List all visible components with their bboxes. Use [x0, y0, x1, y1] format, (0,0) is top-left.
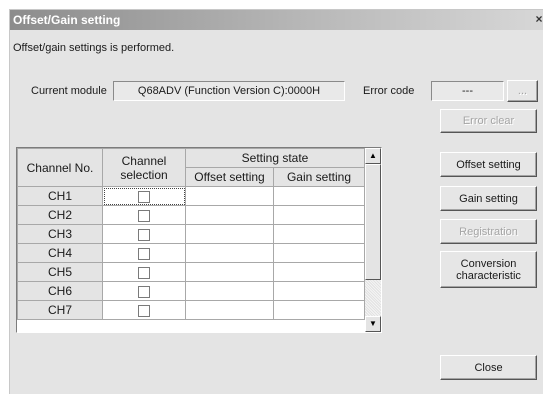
table-row[interactable]: CH5 [17, 262, 365, 282]
table-row[interactable]: CH1 [17, 186, 365, 206]
table-row[interactable]: CH7 [17, 300, 365, 320]
offset-setting-cell [185, 205, 274, 225]
channel-selection-cell[interactable] [102, 281, 186, 301]
row-channel-label: CH7 [17, 300, 103, 320]
offset-setting-cell [185, 224, 274, 244]
gain-setting-cell [273, 224, 365, 244]
table-row[interactable]: CH4 [17, 243, 365, 263]
column-header-channel-no: Channel No. [17, 148, 103, 187]
conversion-characteristic-button[interactable]: Conversion characteristic [440, 251, 537, 288]
channel-selection-checkbox[interactable] [138, 266, 150, 279]
offset-setting-cell [185, 186, 274, 206]
window-title: Offset/Gain setting [13, 13, 121, 27]
column-header-setting-state: Setting state [185, 148, 365, 168]
error-code-label: Error code [363, 85, 415, 97]
gain-setting-cell [273, 300, 365, 320]
channel-selection-cell[interactable] [102, 224, 186, 244]
table-row[interactable]: CH2 [17, 205, 365, 225]
row-channel-label: CH4 [17, 243, 103, 263]
registration-button[interactable]: Registration [440, 219, 537, 244]
row-channel-label: CH6 [17, 281, 103, 301]
row-channel-label: CH5 [17, 262, 103, 282]
channel-table: Channel No. Channel selection Setting st… [17, 148, 365, 320]
current-module-label: Current module [31, 85, 107, 97]
grid-vertical-scrollbar[interactable]: ▲ ▼ [365, 148, 381, 332]
gain-setting-cell [273, 243, 365, 263]
offset-setting-button[interactable]: Offset setting [440, 152, 537, 177]
offset-setting-cell [185, 243, 274, 263]
description-text: Offset/gain settings is performed. [13, 42, 175, 54]
offset-setting-cell [185, 300, 274, 320]
gain-setting-cell [273, 186, 365, 206]
scroll-thumb[interactable] [365, 164, 381, 280]
offset-setting-cell [185, 281, 274, 301]
channel-selection-checkbox[interactable] [138, 247, 150, 260]
channel-selection-cell[interactable] [102, 186, 186, 206]
column-header-gain-setting: Gain setting [273, 167, 365, 187]
column-header-offset-setting: Offset setting [185, 167, 274, 187]
gain-setting-button[interactable]: Gain setting [440, 186, 537, 211]
channel-rows: CH1 CH2 CH3 CH4 CH5 CH6 CH7 [17, 186, 365, 320]
channel-selection-checkbox[interactable] [138, 190, 150, 203]
title-bar: Offset/Gain setting × [10, 10, 543, 30]
error-code-field: --- [431, 81, 504, 101]
scroll-down-icon[interactable]: ▼ [365, 316, 381, 332]
scroll-up-icon[interactable]: ▲ [365, 148, 381, 164]
channel-grid[interactable]: Channel No. Channel selection Setting st… [16, 147, 382, 333]
offset-setting-cell [185, 262, 274, 282]
channel-selection-cell[interactable] [102, 262, 186, 282]
close-button[interactable]: Close [440, 355, 537, 380]
gain-setting-cell [273, 281, 365, 301]
channel-selection-cell[interactable] [102, 300, 186, 320]
table-row[interactable]: CH6 [17, 281, 365, 301]
channel-selection-checkbox[interactable] [138, 228, 150, 241]
error-code-browse-button[interactable]: ... [507, 80, 538, 102]
row-channel-label: CH1 [17, 186, 103, 206]
channel-selection-checkbox[interactable] [138, 285, 150, 298]
error-clear-button[interactable]: Error clear [440, 109, 537, 133]
gain-setting-cell [273, 205, 365, 225]
table-row[interactable]: CH3 [17, 224, 365, 244]
row-channel-label: CH2 [17, 205, 103, 225]
channel-selection-cell[interactable] [102, 205, 186, 225]
gain-setting-cell [273, 262, 365, 282]
close-icon[interactable]: × [532, 12, 544, 27]
current-module-field: Q68ADV (Function Version C):0000H [113, 81, 345, 101]
row-channel-label: CH3 [17, 224, 103, 244]
channel-selection-checkbox[interactable] [138, 209, 150, 222]
channel-selection-checkbox[interactable] [138, 304, 150, 317]
column-header-channel-selection: Channel selection [102, 148, 186, 187]
channel-selection-cell[interactable] [102, 243, 186, 263]
